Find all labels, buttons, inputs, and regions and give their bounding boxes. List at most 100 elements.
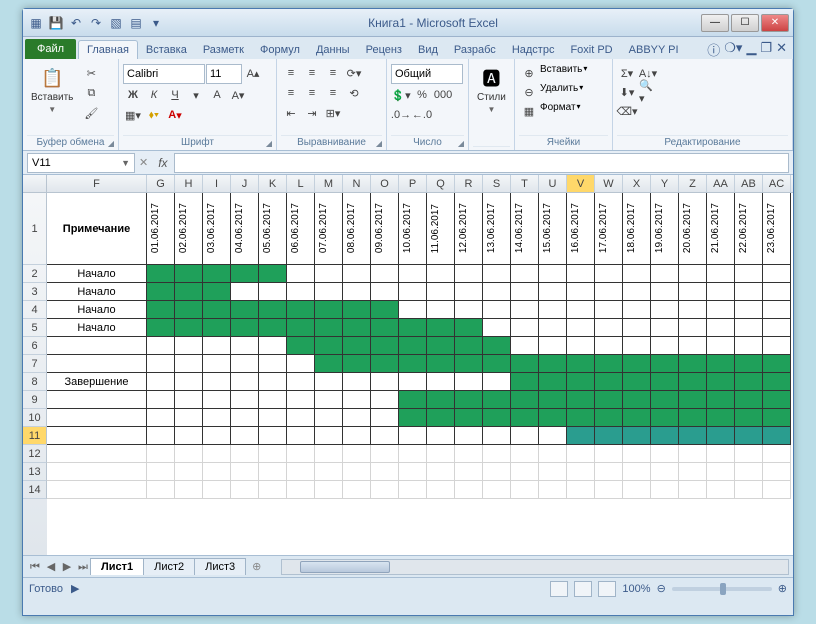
cell[interactable] — [399, 337, 427, 355]
cell[interactable] — [707, 265, 735, 283]
cell[interactable] — [623, 481, 651, 499]
cell[interactable] — [707, 391, 735, 409]
row-header[interactable]: 5 — [23, 319, 47, 337]
row-header[interactable]: 13 — [23, 463, 47, 481]
cell[interactable] — [371, 355, 399, 373]
clear-icon[interactable]: ⌫▾ — [617, 102, 637, 120]
cell[interactable] — [455, 481, 483, 499]
cell[interactable] — [511, 409, 539, 427]
cell[interactable] — [567, 445, 595, 463]
cell[interactable] — [651, 427, 679, 445]
col-header[interactable]: R — [455, 175, 483, 192]
cell[interactable] — [595, 481, 623, 499]
cell[interactable]: 15.06.2017 — [539, 193, 567, 265]
cell[interactable] — [763, 283, 791, 301]
cell[interactable]: 02.06.2017 — [175, 193, 203, 265]
help-dropdown-icon[interactable]: ❍▾ — [724, 40, 742, 59]
cell[interactable] — [511, 463, 539, 481]
cell[interactable] — [483, 373, 511, 391]
cell[interactable] — [735, 355, 763, 373]
cell[interactable]: 17.06.2017 — [595, 193, 623, 265]
cell[interactable] — [47, 337, 147, 355]
col-header[interactable]: I — [203, 175, 231, 192]
font-name-combo[interactable]: Calibri — [123, 64, 205, 84]
cell[interactable] — [539, 337, 567, 355]
cell[interactable] — [231, 301, 259, 319]
cell[interactable] — [511, 373, 539, 391]
cell[interactable]: 01.06.2017 — [147, 193, 175, 265]
col-header[interactable]: Z — [679, 175, 707, 192]
col-header[interactable]: S — [483, 175, 511, 192]
wrap-icon[interactable]: ⟲ — [344, 84, 364, 102]
cell[interactable] — [651, 355, 679, 373]
help-icon[interactable]: ⓘ — [707, 40, 720, 59]
cell[interactable] — [539, 283, 567, 301]
cell[interactable] — [203, 301, 231, 319]
cell[interactable] — [623, 409, 651, 427]
cell[interactable] — [679, 301, 707, 319]
cell[interactable] — [679, 409, 707, 427]
cell[interactable] — [483, 301, 511, 319]
undo-icon[interactable]: ↶ — [67, 14, 85, 32]
cell[interactable] — [455, 427, 483, 445]
cell[interactable] — [679, 265, 707, 283]
cell[interactable] — [623, 283, 651, 301]
cell[interactable] — [511, 427, 539, 445]
cell[interactable] — [539, 427, 567, 445]
delete-cells-button[interactable]: ⊖Удалить▾ — [519, 83, 583, 101]
cell[interactable] — [511, 481, 539, 499]
cell[interactable] — [511, 355, 539, 373]
cell[interactable] — [315, 283, 343, 301]
cell[interactable] — [287, 427, 315, 445]
cell[interactable] — [175, 319, 203, 337]
cell[interactable] — [287, 409, 315, 427]
col-header[interactable]: AB — [735, 175, 763, 192]
cell[interactable] — [231, 409, 259, 427]
cell[interactable] — [175, 301, 203, 319]
fill-icon[interactable]: ⬇▾ — [617, 83, 637, 101]
new-sheet-icon[interactable]: ⊕ — [252, 560, 261, 573]
align-mid-icon[interactable]: ≡ — [302, 64, 322, 82]
cell[interactable] — [399, 319, 427, 337]
cell[interactable] — [763, 481, 791, 499]
cell[interactable] — [399, 301, 427, 319]
cell[interactable] — [567, 283, 595, 301]
align-top-icon[interactable]: ≡ — [281, 64, 301, 82]
row-header[interactable]: 6 — [23, 337, 47, 355]
cell[interactable] — [427, 373, 455, 391]
cell[interactable] — [595, 409, 623, 427]
cell[interactable] — [427, 283, 455, 301]
font-icon[interactable]: A — [207, 86, 227, 104]
font-color-icon[interactable]: A▾ — [165, 106, 185, 124]
tab-Разметк[interactable]: Разметк — [195, 41, 252, 59]
cell[interactable] — [175, 391, 203, 409]
cell[interactable] — [203, 373, 231, 391]
cell[interactable] — [679, 427, 707, 445]
cell[interactable] — [287, 265, 315, 283]
cell[interactable] — [763, 319, 791, 337]
orientation-icon[interactable]: ⟳▾ — [344, 64, 364, 82]
cell[interactable]: Начало — [47, 319, 147, 337]
cell[interactable] — [707, 373, 735, 391]
cell[interactable] — [567, 301, 595, 319]
cell[interactable] — [343, 319, 371, 337]
cell[interactable] — [147, 337, 175, 355]
cell[interactable] — [47, 481, 147, 499]
cell[interactable] — [259, 427, 287, 445]
zoom-level[interactable]: 100% — [622, 583, 650, 595]
row-header[interactable]: 2 — [23, 265, 47, 283]
currency-icon[interactable]: 💲▾ — [391, 86, 411, 104]
cell[interactable] — [455, 445, 483, 463]
cell[interactable] — [567, 355, 595, 373]
cell[interactable] — [567, 481, 595, 499]
cell[interactable] — [147, 265, 175, 283]
view-normal-icon[interactable] — [550, 581, 568, 597]
cell[interactable] — [147, 391, 175, 409]
cell[interactable] — [707, 445, 735, 463]
cell[interactable] — [175, 463, 203, 481]
cell[interactable] — [651, 301, 679, 319]
cell[interactable] — [315, 373, 343, 391]
tab-Вид[interactable]: Вид — [410, 41, 446, 59]
cell[interactable] — [47, 409, 147, 427]
cell[interactable] — [623, 373, 651, 391]
